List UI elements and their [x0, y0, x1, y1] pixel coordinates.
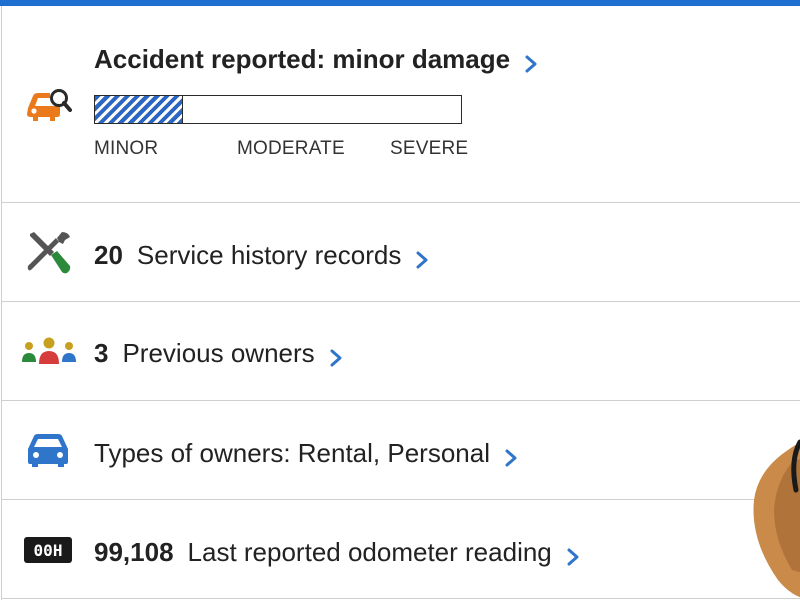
damage-severity-meter [94, 95, 462, 124]
chevron-right-icon [415, 246, 429, 268]
mascot-dog-image [748, 430, 800, 600]
severity-label-severe: SEVERE [390, 138, 469, 159]
vehicle-history-panel: Accident reported: minor damage MINOR MO… [1, 6, 800, 600]
accident-row[interactable]: Accident reported: minor damage MINOR MO… [2, 6, 800, 203]
damage-severity-fill [95, 96, 183, 123]
odometer-label: Last reported odometer reading [187, 537, 552, 567]
chevron-right-icon [524, 50, 538, 72]
owners-count: 3 [94, 338, 109, 368]
car-search-icon [24, 86, 72, 131]
owner-types-row[interactable]: Types of owners: Rental, Personal [2, 401, 800, 500]
chevron-right-icon [566, 543, 580, 565]
odometer-icon-text: 00H [34, 541, 63, 560]
service-count: 20 [94, 240, 123, 270]
service-label: Service history records [136, 240, 402, 270]
owner-types-label: Types of owners: Rental, Personal [94, 438, 490, 468]
odometer-row[interactable]: 00H 99,108 Last reported odometer readin… [2, 500, 800, 599]
accident-title: Accident reported: minor damage [94, 44, 511, 74]
wrench-screwdriver-icon [24, 228, 72, 281]
odometer-icon: 00H [24, 537, 72, 568]
car-icon [24, 429, 72, 474]
severity-label-minor: MINOR [94, 138, 159, 159]
odometer-count: 99,108 [94, 537, 174, 567]
people-group-icon [20, 336, 78, 373]
owners-label: Previous owners [122, 338, 315, 368]
chevron-right-icon [329, 344, 343, 366]
previous-owners-row[interactable]: 3 Previous owners [2, 302, 800, 401]
chevron-right-icon [504, 444, 518, 466]
severity-label-moderate: MODERATE [237, 138, 345, 159]
service-history-row[interactable]: 20 Service history records [2, 203, 800, 302]
